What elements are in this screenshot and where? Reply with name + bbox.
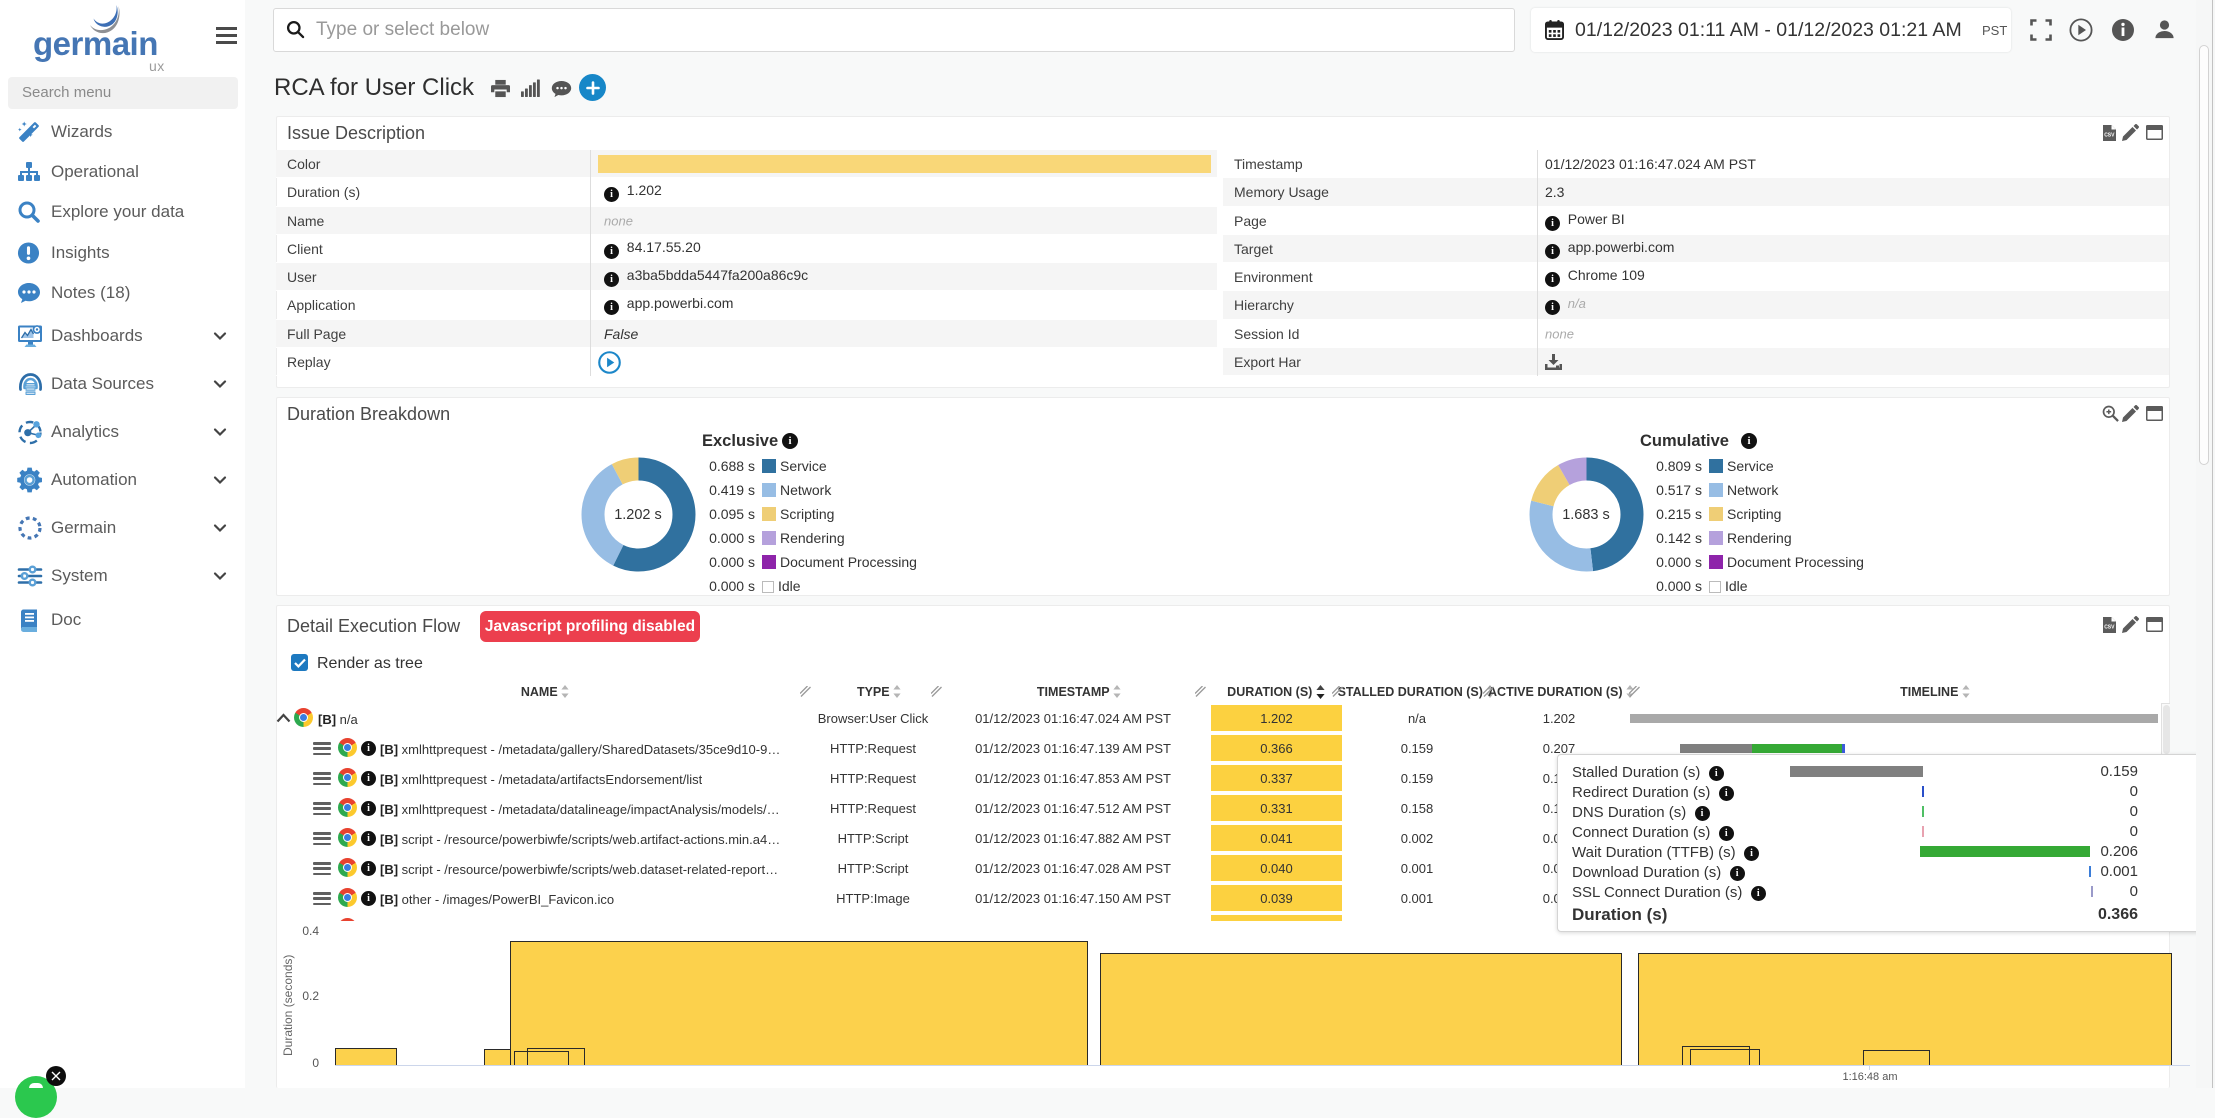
svg-text:CSV: CSV bbox=[2104, 133, 2115, 139]
svg-text:CSV: CSV bbox=[2104, 625, 2115, 631]
